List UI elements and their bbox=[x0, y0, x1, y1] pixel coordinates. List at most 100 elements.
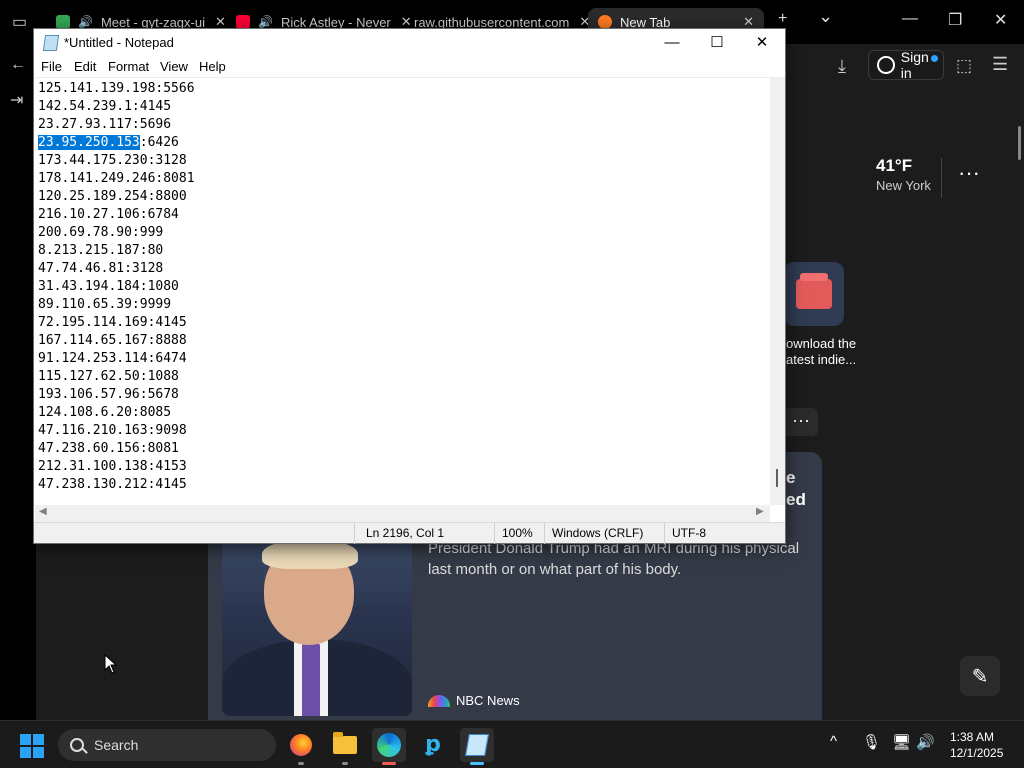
back-arrow-icon[interactable]: ← bbox=[10, 56, 26, 74]
clock-date[interactable]: 12/1/2025 bbox=[950, 746, 1003, 760]
news-source[interactable]: NBC News bbox=[428, 693, 520, 708]
edit-button[interactable]: ✎ bbox=[960, 656, 1000, 696]
volume-icon[interactable]: 🔊 bbox=[916, 733, 935, 751]
clock-time[interactable]: 1:38 AM bbox=[950, 730, 994, 744]
microphone-icon[interactable]: 🎙 bbox=[862, 733, 881, 751]
new-tab-button[interactable]: + bbox=[778, 10, 787, 28]
text-line[interactable]: 47.238.130.212:4145 bbox=[38, 476, 187, 494]
text-line[interactable]: 115.127.62.50:1088 bbox=[38, 368, 179, 386]
line-text: 31.43.194.184:1080 bbox=[38, 279, 179, 294]
restore-icon[interactable]: ❐ bbox=[948, 10, 962, 30]
text-line[interactable]: 8.213.215.187:80 bbox=[38, 242, 163, 260]
cursor-position: Ln 2196, Col 1 bbox=[366, 526, 445, 540]
menu-bar: File Edit Format View Help bbox=[34, 57, 785, 77]
store-tile[interactable] bbox=[784, 262, 844, 326]
firefox-icon bbox=[598, 15, 612, 29]
menu-format[interactable]: Format bbox=[108, 59, 149, 74]
text-line[interactable]: 47.116.210.163:9098 bbox=[38, 422, 187, 440]
scroll-left-icon[interactable]: ◀ bbox=[39, 506, 47, 517]
text-line[interactable]: 23.95.250.153:6426 bbox=[38, 134, 179, 152]
horizontal-scrollbar[interactable]: ◀ ▶ bbox=[35, 505, 770, 522]
extensions-icon[interactable]: ⬚ bbox=[956, 56, 972, 76]
vertical-scroll-thumb[interactable] bbox=[776, 469, 778, 487]
close-button[interactable]: ✕ bbox=[742, 32, 782, 54]
text-line[interactable]: 216.10.27.106:6784 bbox=[38, 206, 179, 224]
text-line[interactable]: 212.31.100.138:4153 bbox=[38, 458, 187, 476]
news-photo[interactable] bbox=[222, 543, 412, 716]
sign-in-label: Sign in bbox=[900, 49, 929, 81]
close-window-icon[interactable]: ✕ bbox=[994, 10, 1007, 30]
feed-more-button[interactable]: ··· bbox=[784, 408, 818, 436]
taskbar-search[interactable]: Search bbox=[58, 729, 276, 761]
zoom-level: 100% bbox=[502, 526, 533, 540]
mouse-cursor-icon bbox=[104, 654, 118, 674]
text-line[interactable]: 120.25.189.254:8800 bbox=[38, 188, 187, 206]
menu-help[interactable]: Help bbox=[199, 59, 226, 74]
notepad-icon bbox=[42, 35, 60, 51]
text-line[interactable]: 91.124.253.114:6474 bbox=[38, 350, 187, 368]
minimize-button[interactable]: — bbox=[652, 32, 692, 54]
text-line[interactable]: 89.110.65.39:9999 bbox=[38, 296, 171, 314]
speaker-icon: 🔊 bbox=[78, 15, 93, 29]
text-line[interactable]: 47.74.46.81:3128 bbox=[38, 260, 163, 278]
line-text: 142.54.239.1:4145 bbox=[38, 99, 172, 114]
firefox-icon bbox=[290, 734, 312, 756]
account-icon bbox=[877, 56, 895, 74]
text-line[interactable]: 178.141.249.246:8081 bbox=[38, 170, 195, 188]
line-ending: Windows (CRLF) bbox=[552, 526, 644, 540]
notification-dot bbox=[931, 55, 938, 62]
vertical-scrollbar[interactable] bbox=[770, 77, 785, 505]
menu-icon[interactable]: ☰ bbox=[992, 54, 1008, 75]
notepad-titlebar[interactable]: *Untitled - Notepad — ☐ ✕ bbox=[34, 29, 785, 57]
taskbar-pycharm[interactable]: ꝑ bbox=[416, 728, 450, 762]
page-scrollbar[interactable] bbox=[1018, 126, 1021, 160]
chevron-up-icon[interactable]: ^ bbox=[830, 733, 837, 750]
text-line[interactable]: 173.44.175.230:3128 bbox=[38, 152, 187, 170]
text-line[interactable]: 31.43.194.184:1080 bbox=[38, 278, 179, 296]
text-line[interactable]: 23.27.93.117:5696 bbox=[38, 116, 171, 134]
minimize-icon[interactable]: — bbox=[902, 10, 918, 28]
taskbar-file-explorer[interactable] bbox=[328, 728, 362, 765]
maximize-button[interactable]: ☐ bbox=[697, 32, 737, 54]
news-summary[interactable]: last month or on what part of his body. bbox=[428, 561, 681, 578]
taskbar-notepad[interactable] bbox=[460, 728, 494, 765]
text-line[interactable]: 167.114.65.167:8888 bbox=[38, 332, 187, 350]
taskbar-edge[interactable] bbox=[372, 728, 406, 765]
store-icon bbox=[796, 273, 832, 309]
text-line[interactable]: 193.106.57.96:5678 bbox=[38, 386, 179, 404]
tile-label[interactable]: ownload the bbox=[786, 336, 856, 351]
feed-card-title: ed bbox=[786, 490, 806, 509]
meet-icon bbox=[56, 15, 70, 29]
text-line[interactable]: 142.54.239.1:4145 bbox=[38, 98, 171, 116]
menu-edit[interactable]: Edit bbox=[74, 59, 96, 74]
menu-file[interactable]: File bbox=[41, 59, 62, 74]
text-line[interactable]: 124.108.6.20:8085 bbox=[38, 404, 171, 422]
weather-city[interactable]: New York bbox=[876, 178, 931, 193]
start-button[interactable] bbox=[20, 734, 44, 758]
menu-view[interactable]: View bbox=[160, 59, 188, 74]
text-line[interactable]: 200.69.78.90:999 bbox=[38, 224, 163, 242]
tab-list-button[interactable]: ⌄ bbox=[818, 6, 833, 27]
sign-in-button[interactable]: Sign in bbox=[868, 49, 944, 81]
feed-card-title: e bbox=[786, 468, 796, 487]
window-title: *Untitled - Notepad bbox=[64, 35, 174, 50]
edge-icon bbox=[377, 733, 401, 757]
tab-actions-icon[interactable]: ▭ bbox=[12, 12, 27, 32]
text-line[interactable]: 72.195.114.169:4145 bbox=[38, 314, 187, 332]
tile-label[interactable]: atest indie... bbox=[786, 352, 856, 367]
taskbar-firefox[interactable] bbox=[284, 728, 318, 765]
line-text: 72.195.114.169:4145 bbox=[38, 315, 187, 330]
sign-in-arrow-icon[interactable]: ⇥ bbox=[10, 90, 23, 110]
text-line[interactable]: 125.141.139.198:5566 bbox=[38, 80, 195, 98]
download-icon[interactable]: ⤓ bbox=[838, 56, 846, 77]
weather-more-button[interactable]: ··· bbox=[958, 160, 980, 186]
scroll-right-icon[interactable]: ▶ bbox=[756, 506, 764, 517]
text-line[interactable]: 47.238.60.156:8081 bbox=[38, 440, 179, 458]
line-text: 47.238.60.156:8081 bbox=[38, 441, 179, 456]
folder-icon bbox=[333, 732, 357, 754]
selected-text[interactable]: 23.95.250.153 bbox=[38, 135, 140, 150]
weather-temperature[interactable]: 41°F bbox=[876, 156, 912, 176]
text-editor[interactable]: 125.141.139.198:5566 142.54.239.1:4145 23.… bbox=[35, 77, 770, 505]
status-bar: Ln 2196, Col 1 100% Windows (CRLF) UTF-8 bbox=[34, 522, 785, 544]
network-icon[interactable]: 🖥 bbox=[892, 733, 911, 751]
